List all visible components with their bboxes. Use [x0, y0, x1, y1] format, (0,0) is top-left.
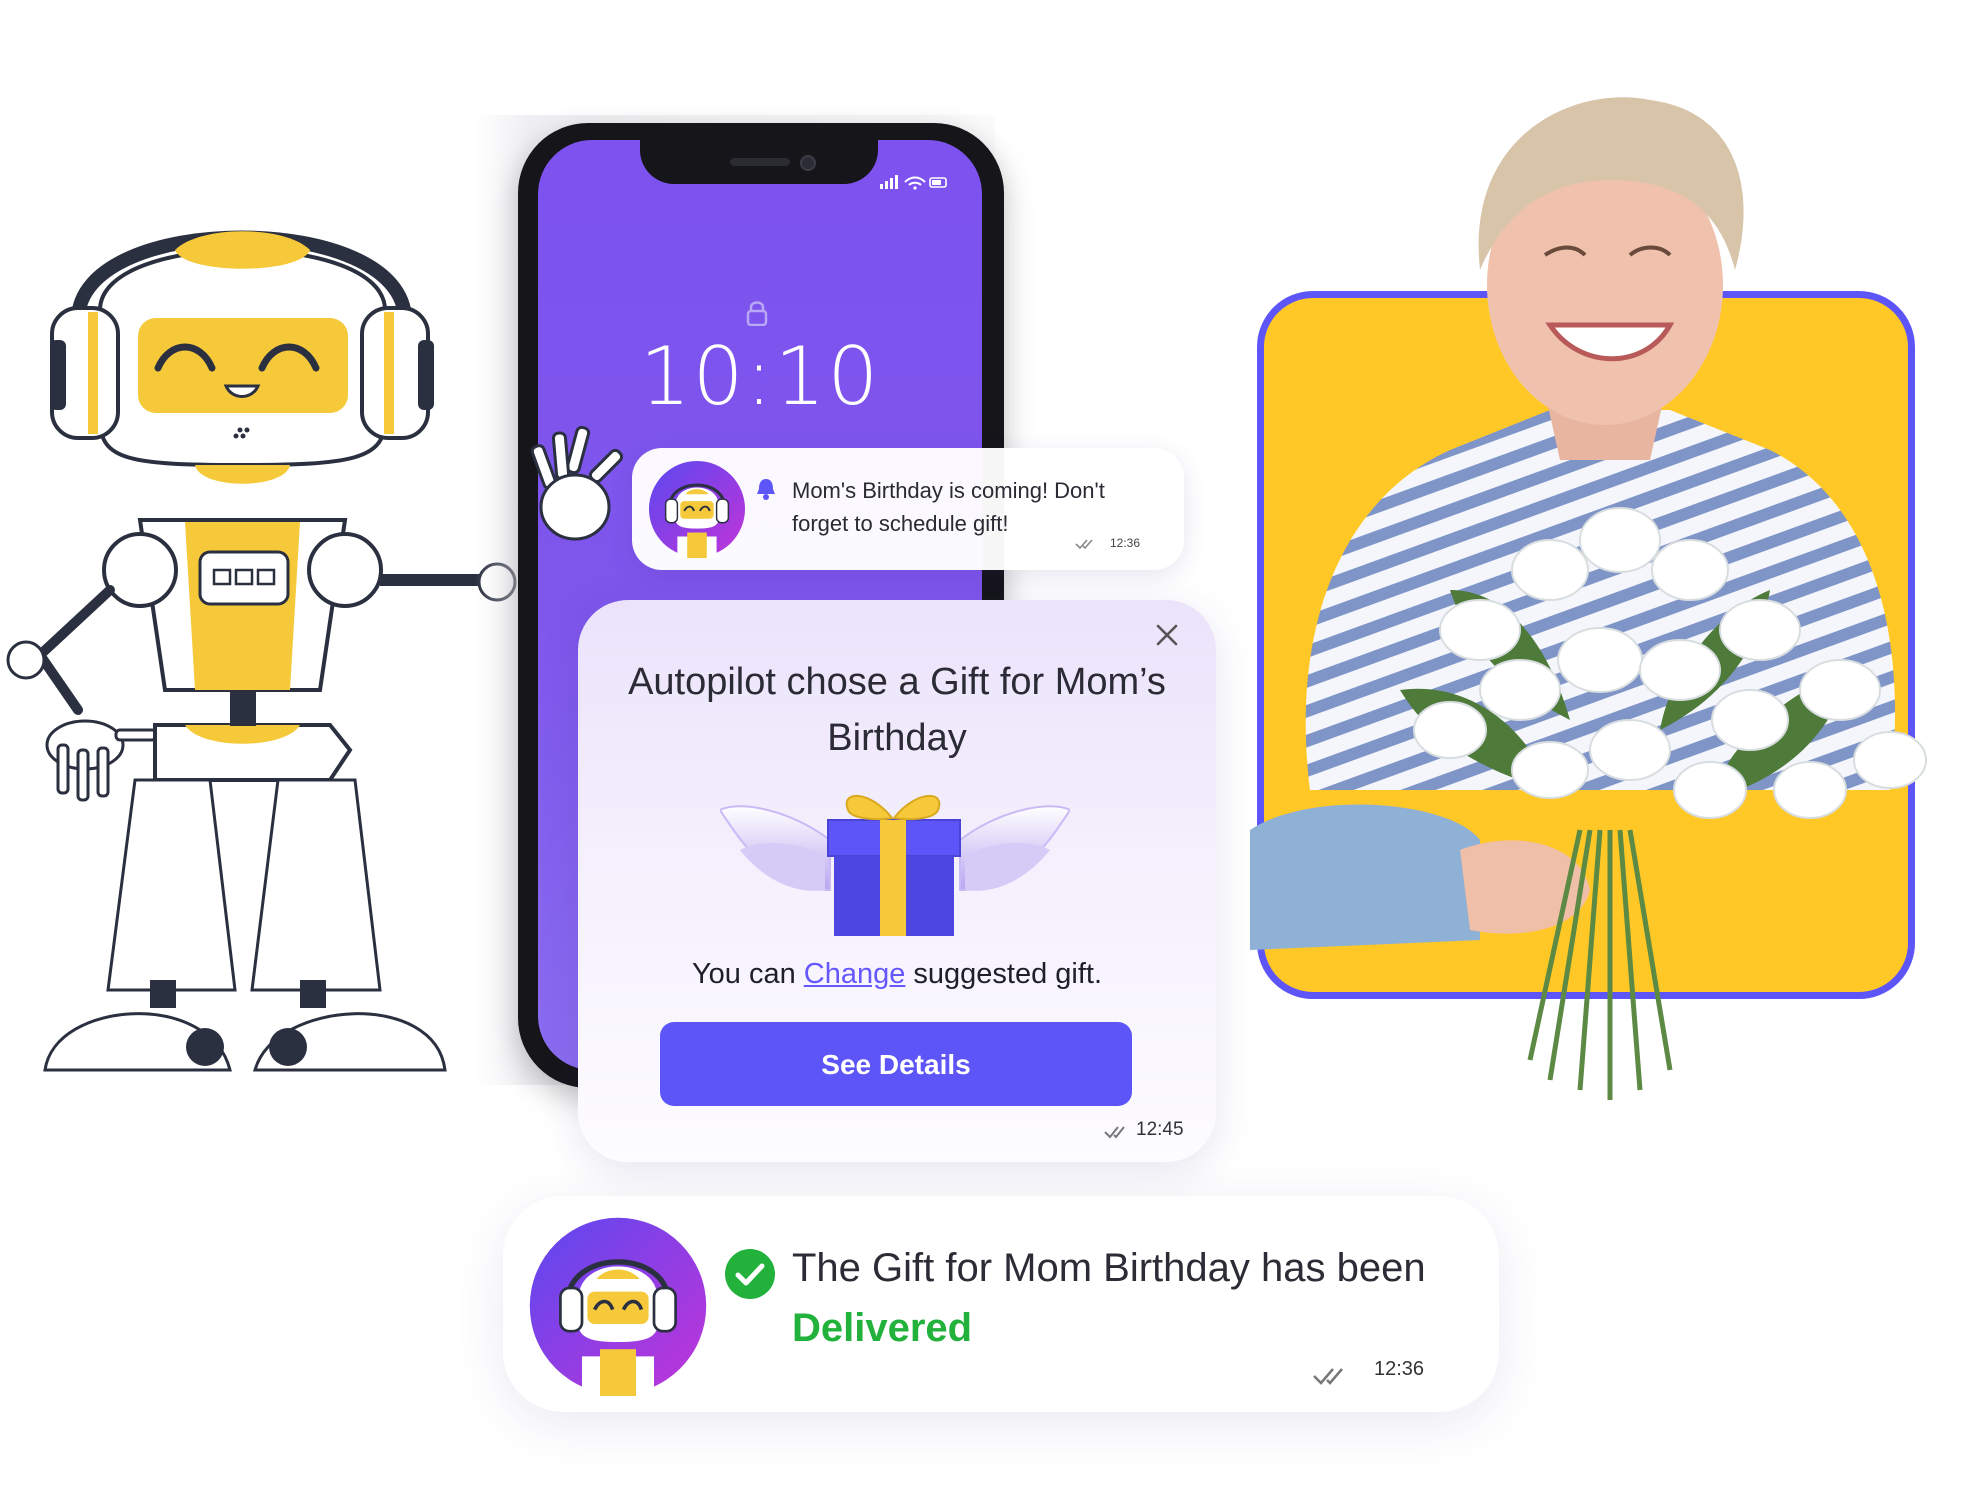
- gift-card-title: Autopilot chose a Gift for Mom’s Birthda…: [628, 661, 1166, 759]
- see-details-button[interactable]: See Details: [660, 1022, 1132, 1106]
- robot-avatar: [529, 1217, 707, 1396]
- camera-icon: [800, 155, 816, 171]
- delivered-message-text: The Gift for Mom Birthday has been Deliv…: [792, 1238, 1472, 1358]
- delivered-text-prefix: The Gift for Mom Birthday has been: [792, 1246, 1426, 1290]
- notification-text: Mom's Birthday is coming! Don't forget t…: [792, 478, 1105, 536]
- gift-hint-suffix: suggested gift.: [905, 958, 1103, 990]
- robot-mascot-illustration: [6, 230, 517, 1072]
- winged-gift-box-icon: [720, 795, 1070, 936]
- delivered-status: Delivered: [792, 1306, 973, 1350]
- woman-with-flowers-photo: [1250, 97, 1927, 1100]
- status-bar-icons: [880, 175, 947, 190]
- bell-icon: [757, 479, 775, 500]
- robot-avatar: [648, 460, 746, 558]
- change-gift-link[interactable]: Change: [804, 958, 906, 990]
- gift-hint-prefix: You can: [691, 958, 804, 990]
- notification-time: 12:36: [1110, 536, 1141, 550]
- delivered-time: 12:36: [1374, 1358, 1425, 1380]
- lock-icon: [746, 301, 768, 326]
- read-receipt-icon: [1313, 1368, 1343, 1385]
- close-icon[interactable]: [1154, 622, 1180, 648]
- gift-change-hint: You can Change suggested gift.: [600, 958, 1194, 991]
- gift-card-time: 12:45: [1136, 1119, 1184, 1140]
- check-circle-icon: [725, 1249, 775, 1299]
- read-receipt-icon: [1104, 1126, 1125, 1139]
- read-receipt-icon: [1075, 539, 1093, 550]
- phone-speaker: [730, 158, 790, 166]
- robot-waving-hand: [530, 425, 624, 541]
- lock-screen-clock: 10:10: [639, 330, 881, 423]
